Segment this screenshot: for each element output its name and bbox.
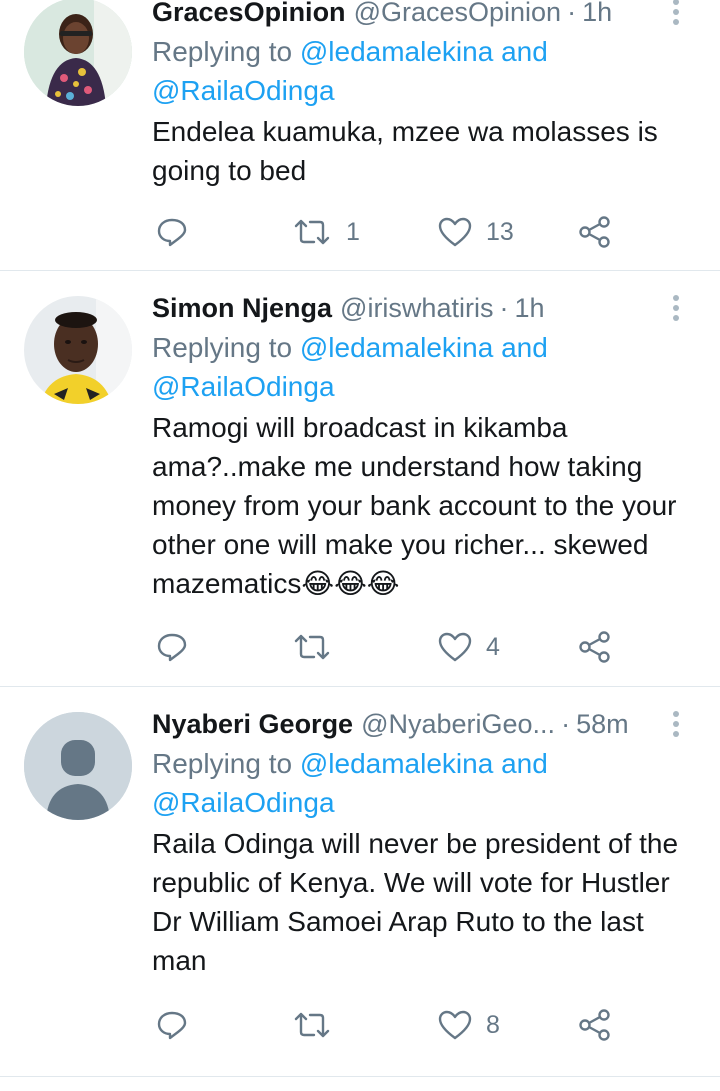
- username[interactable]: @iriswhatiris: [340, 293, 493, 324]
- replying-and[interactable]: and: [501, 748, 548, 779]
- tweet-actions: 8: [152, 1005, 622, 1045]
- replying-to-label: Replying to: [152, 332, 293, 363]
- replying-to: Replying to @ledamalekina and @RailaOdin…: [152, 328, 696, 406]
- retweet-icon: [294, 219, 330, 245]
- share-icon: [579, 631, 610, 663]
- replying-to: Replying to @ledamalekina and @RailaOdin…: [152, 744, 696, 822]
- retweet-button[interactable]: [292, 627, 346, 667]
- display-name[interactable]: GracesOpinion: [152, 0, 346, 28]
- reply-icon: [157, 218, 187, 247]
- retweet-button[interactable]: 1: [292, 212, 360, 252]
- retweet-button[interactable]: [292, 1005, 346, 1045]
- replying-to-label: Replying to: [152, 36, 293, 67]
- mention-link[interactable]: @RailaOdinga: [152, 371, 335, 402]
- reply-button[interactable]: [156, 212, 188, 252]
- replying-and[interactable]: and: [501, 332, 548, 363]
- default-avatar-icon: [24, 712, 132, 820]
- mention-link[interactable]: @ledamalekina: [300, 36, 493, 67]
- heart-icon: [438, 1010, 472, 1040]
- avatar[interactable]: [24, 296, 132, 404]
- timestamp[interactable]: 1h: [514, 293, 544, 324]
- like-button[interactable]: 8: [438, 1005, 500, 1045]
- tweet-text: Endelea kuamuka, mzee wa molasses is goi…: [152, 116, 658, 186]
- reply-button[interactable]: [156, 1005, 188, 1045]
- tweet-text: Ramogi will broadcast in kikamba ama?..m…: [152, 412, 677, 599]
- tweet-actions: 1 13: [152, 212, 622, 252]
- avatar[interactable]: [24, 0, 132, 106]
- mention-link[interactable]: @ledamalekina: [300, 332, 493, 363]
- display-name[interactable]: Simon Njenga: [152, 293, 332, 324]
- mention-link[interactable]: @RailaOdinga: [152, 75, 335, 106]
- username[interactable]: @NyaberiGeo...: [361, 709, 555, 740]
- tweet[interactable]: Simon Njenga @iriswhatiris · 1h Replying…: [0, 271, 720, 687]
- like-count: 8: [486, 1010, 500, 1039]
- reply-icon: [157, 633, 187, 662]
- like-count: 13: [486, 217, 514, 246]
- avatar-photo-icon: [24, 0, 132, 106]
- mention-link[interactable]: @ledamalekina: [300, 748, 493, 779]
- replying-to-label: Replying to: [152, 748, 293, 779]
- timestamp[interactable]: 1h: [582, 0, 612, 28]
- separator-dot: ·: [567, 0, 577, 27]
- replying-to: Replying to @ledamalekina and @RailaOdin…: [152, 32, 696, 110]
- share-icon: [579, 1009, 610, 1041]
- avatar[interactable]: [24, 712, 132, 820]
- username[interactable]: @GracesOpinion: [354, 0, 562, 28]
- tweet-text: Raila Odinga will never be president of …: [152, 828, 679, 976]
- share-icon: [579, 216, 610, 248]
- retweet-count: 1: [346, 217, 360, 246]
- heart-icon: [438, 217, 472, 247]
- timestamp[interactable]: 58m: [576, 709, 629, 740]
- tweet[interactable]: GracesOpinion @GracesOpinion · 1h Replyi…: [0, 0, 720, 271]
- separator-dot: ·: [499, 292, 509, 323]
- tweet[interactable]: Nyaberi George @NyaberiGeo... · 58m Repl…: [0, 687, 720, 1077]
- mention-link[interactable]: @RailaOdinga: [152, 787, 335, 818]
- tweet-header: Simon Njenga @iriswhatiris · 1h: [152, 288, 696, 328]
- tweet-header: Nyaberi George @NyaberiGeo... · 58m: [152, 704, 696, 744]
- more-options-icon[interactable]: [656, 0, 696, 32]
- share-button[interactable]: [578, 1005, 612, 1045]
- like-count: 4: [486, 632, 500, 661]
- more-options-icon[interactable]: [656, 704, 696, 744]
- separator-dot: ·: [561, 708, 571, 739]
- like-button[interactable]: 13: [438, 212, 514, 252]
- like-button[interactable]: 4: [438, 627, 500, 667]
- display-name[interactable]: Nyaberi George: [152, 709, 353, 740]
- tweet-header: GracesOpinion @GracesOpinion · 1h: [152, 0, 696, 32]
- reply-button[interactable]: [156, 627, 188, 667]
- replying-and[interactable]: and: [501, 36, 548, 67]
- heart-icon: [438, 632, 472, 662]
- share-button[interactable]: [578, 212, 612, 252]
- avatar-photo-icon: [24, 296, 132, 404]
- retweet-icon: [294, 1012, 330, 1038]
- retweet-icon: [294, 634, 330, 660]
- reply-icon: [157, 1011, 187, 1040]
- more-options-icon[interactable]: [656, 288, 696, 328]
- share-button[interactable]: [578, 627, 612, 667]
- tweet-actions: 4: [152, 627, 622, 667]
